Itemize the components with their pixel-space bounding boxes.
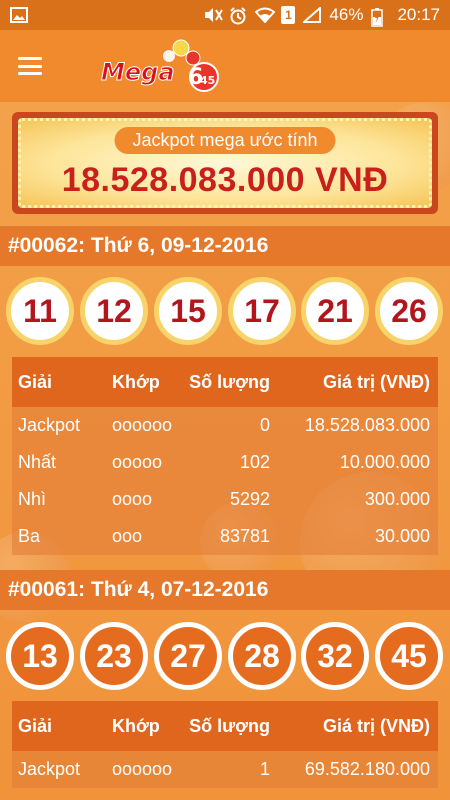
- cell-match: ooo: [112, 526, 143, 546]
- col-match: Khớp: [112, 371, 160, 392]
- jackpot-banner: Jackpot mega ước tính 18.528.083.000 VNĐ: [12, 112, 438, 214]
- table-row: Nhì oooo 5292 300.000: [12, 481, 438, 518]
- battery-charging-icon: [371, 7, 389, 27]
- number-ball: 17: [228, 277, 296, 345]
- cell-value: 69.582.180.000: [304, 759, 430, 779]
- cell-prize: Jackpot: [18, 415, 81, 435]
- table-header: Giải Khớp Số lượng Giá trị (VNĐ): [12, 701, 438, 751]
- number-ball: 32: [301, 622, 369, 690]
- number-ball: 45: [375, 622, 443, 690]
- number-ball: 23: [80, 622, 148, 690]
- draw-numbers: 13 23 27 28 32 45: [0, 622, 450, 694]
- cell-match: ooooo: [112, 452, 163, 472]
- menu-icon[interactable]: [18, 57, 42, 75]
- number-ball: 11: [6, 277, 74, 345]
- number-ball: 15: [154, 277, 222, 345]
- number-ball: 12: [80, 277, 148, 345]
- cell-count: 83781: [219, 526, 270, 546]
- number-ball: 13: [6, 622, 74, 690]
- svg-text:Mega: Mega: [101, 58, 175, 86]
- table-row: Nhất ooooo 102 10.000.000: [12, 444, 438, 481]
- cell-prize: Nhì: [18, 489, 47, 509]
- cell-value: 10.000.000: [339, 452, 430, 472]
- col-count: Số lượng: [189, 715, 270, 736]
- prize-table: Giải Khớp Số lượng Giá trị (VNĐ) Jackpot…: [12, 357, 438, 555]
- app-bar: Mega 6 45: [0, 30, 450, 102]
- table-row: Jackpot oooooo 0 18.528.083.000: [12, 407, 438, 444]
- prize-table: Giải Khớp Số lượng Giá trị (VNĐ) Jackpot…: [12, 701, 438, 788]
- cell-match: oooooo: [112, 759, 173, 779]
- cell-match: oooo: [112, 489, 153, 509]
- jackpot-label: Jackpot mega ước tính: [114, 127, 336, 154]
- clock: 20:17: [397, 5, 440, 24]
- col-prize: Giải: [18, 715, 53, 736]
- cell-prize: Ba: [18, 526, 41, 546]
- table-row: Jackpot oooooo 1 69.582.180.000: [12, 751, 438, 788]
- cell-count: 5292: [229, 489, 270, 509]
- col-value: Giá trị (VNĐ): [322, 371, 430, 392]
- cell-match: oooooo: [112, 415, 173, 435]
- cell-count: 0: [259, 415, 270, 435]
- cell-prize: Nhất: [18, 452, 57, 472]
- jackpot-amount: 18.528.083.000 VNĐ: [61, 161, 389, 199]
- draw-header[interactable]: #00062: Thứ 6, 09-12-2016: [0, 226, 450, 266]
- cell-value: 300.000: [364, 489, 430, 509]
- status-bar: 1 46% 20:17: [0, 0, 450, 30]
- col-prize: Giải: [18, 371, 53, 392]
- table-header: Giải Khớp Số lượng Giá trị (VNĐ): [12, 357, 438, 407]
- cell-value: 18.528.083.000: [304, 415, 430, 435]
- battery-percent: 46%: [329, 5, 364, 24]
- number-ball: 28: [228, 622, 296, 690]
- cell-value: 30.000: [374, 526, 430, 546]
- signal-icon: [301, 5, 322, 23]
- number-ball: 27: [154, 622, 222, 690]
- number-ball: 21: [301, 277, 369, 345]
- wifi-icon: [254, 7, 276, 24]
- col-value: Giá trị (VNĐ): [322, 715, 430, 736]
- svg-text:45: 45: [200, 74, 215, 87]
- col-match: Khớp: [112, 715, 160, 736]
- mute-icon: [203, 7, 224, 23]
- cell-prize: Jackpot: [18, 759, 81, 779]
- draw-header[interactable]: #00061: Thứ 4, 07-12-2016: [0, 570, 450, 610]
- cell-count: 102: [239, 452, 270, 472]
- number-ball: 26: [375, 277, 443, 345]
- alarm-icon: [229, 7, 247, 25]
- table-row: Ba ooo 83781 30.000: [12, 518, 438, 555]
- gallery-icon: [10, 7, 28, 23]
- col-count: Số lượng: [189, 371, 270, 392]
- cell-count: 1: [259, 759, 270, 779]
- draw-numbers: 11 12 15 17 21 26: [0, 277, 450, 349]
- sim-icon: 1: [281, 6, 296, 24]
- mega-645-logo: Mega 6 45: [98, 36, 228, 98]
